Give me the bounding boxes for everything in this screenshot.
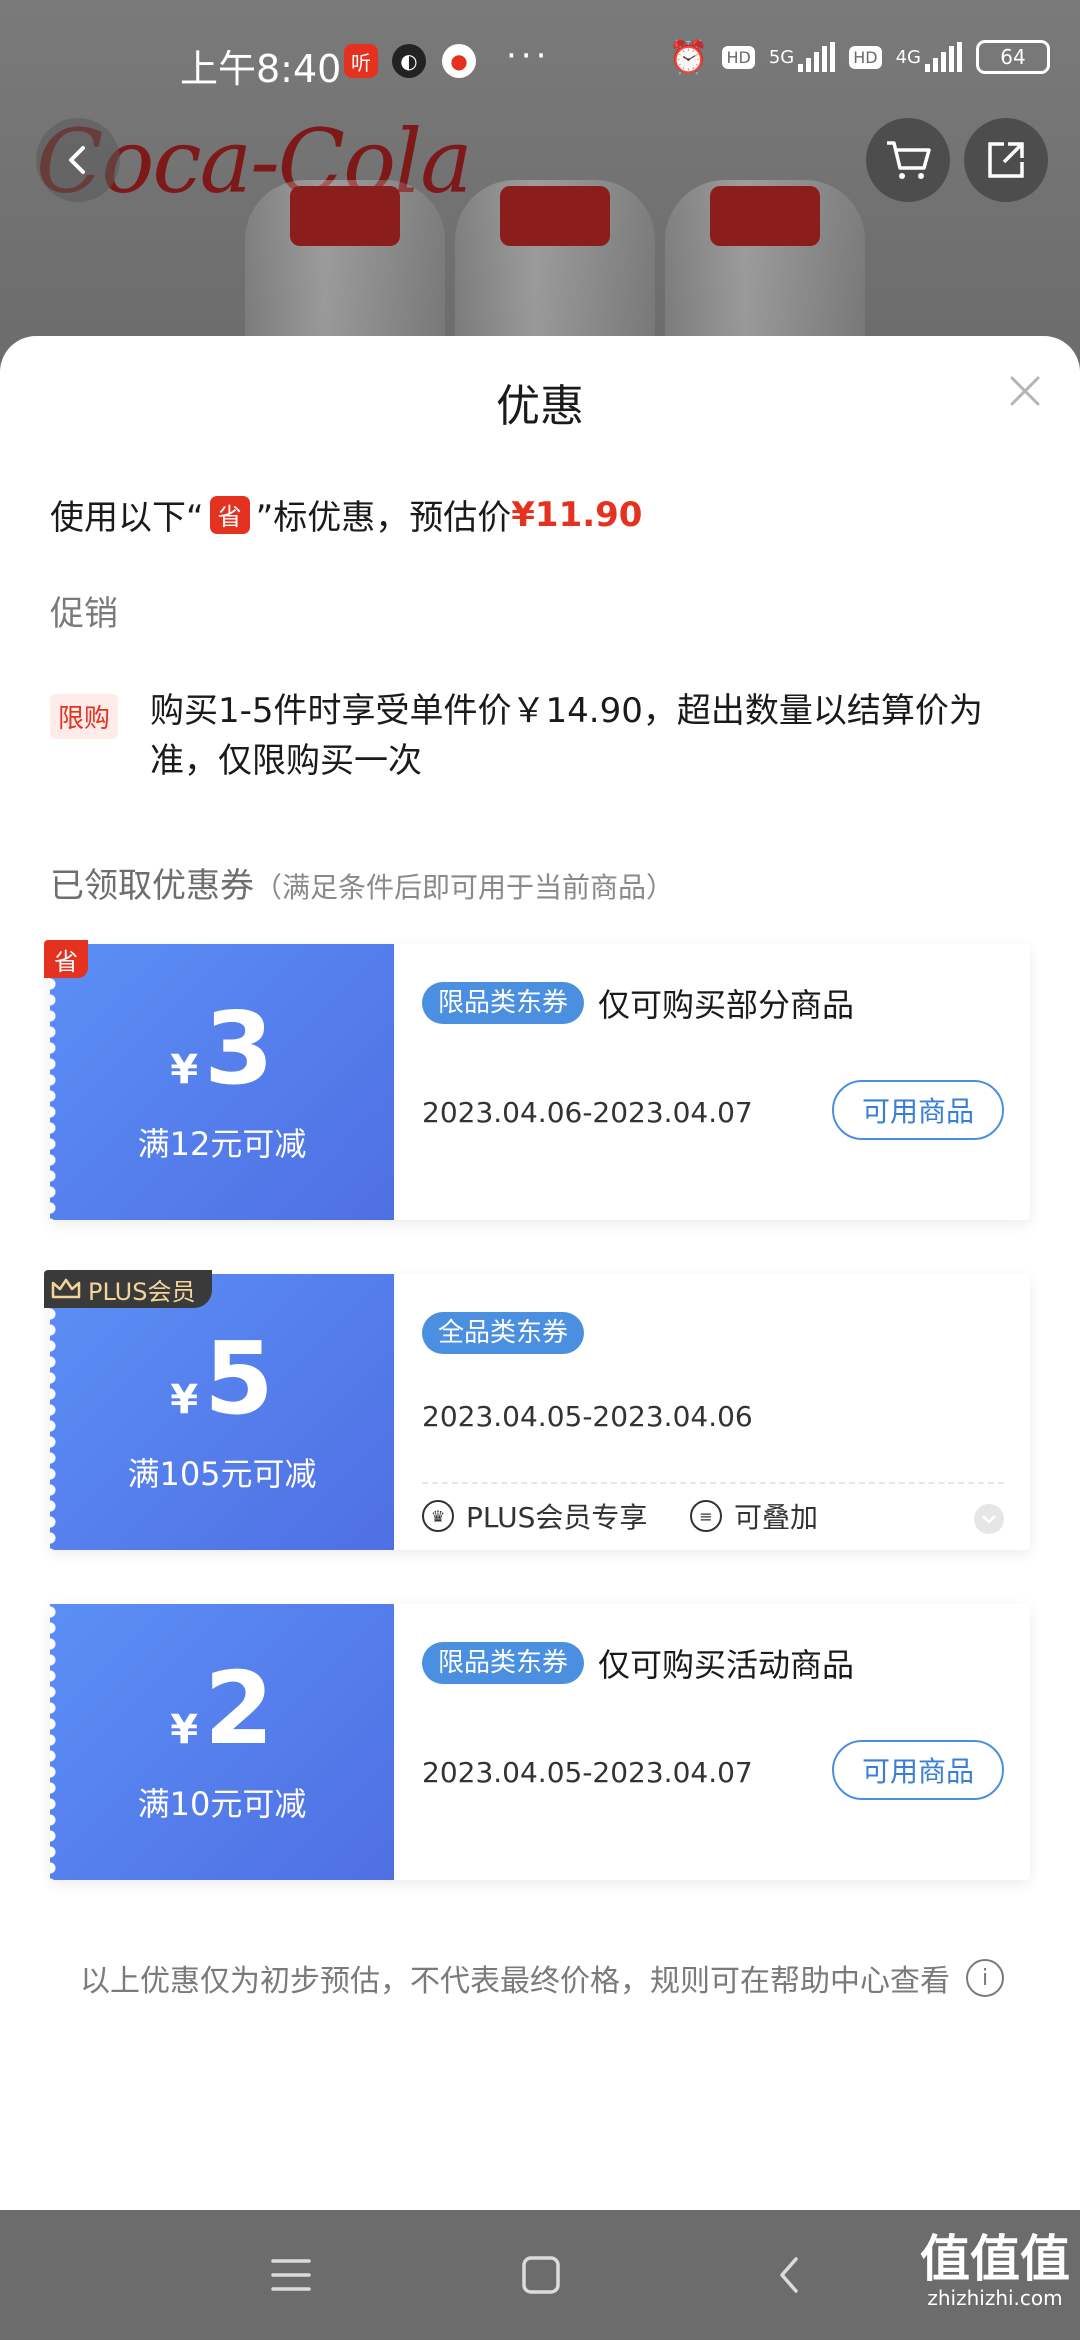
system-indicators: ⏰ HD 5G HD 4G 64 [669, 38, 1050, 76]
signal-icon [925, 42, 962, 72]
coupon-details: 全品类东券 2023.04.05-2023.04.06 ♛ PLUS会员专享 ≡… [394, 1274, 1030, 1550]
share-icon [988, 142, 1024, 178]
sheet-title: 优惠 [496, 381, 584, 432]
coupon-condition: 满10元可减 [137, 1785, 307, 1823]
stack-icon: ≡ [690, 1500, 722, 1532]
coupon-amount: ¥ 3 [170, 999, 273, 1099]
chevron-left-icon [69, 146, 85, 174]
site-watermark: 值值值 zhizhizhi.com [920, 2232, 1070, 2310]
clock-app-icon: ◐ [392, 44, 426, 78]
alarm-icon: ⏰ [668, 38, 709, 76]
menu-icon [271, 2259, 311, 2291]
coupon-condition: 满12元可减 [137, 1125, 307, 1163]
home-nav-button[interactable] [516, 2250, 566, 2300]
cart-button[interactable] [866, 118, 950, 202]
coupon-card[interactable]: ¥ 3 满12元可减 省 限品类东券 仅可购买部分商品 2023.04.06-2… [44, 940, 1030, 1220]
coupon-amount-value: 5 [204, 1320, 274, 1437]
coupons-section-title: 已领取优惠券（满足条件后即可用于当前商品） [50, 858, 674, 907]
coupon-value-panel: ¥ 3 满12元可减 [50, 944, 394, 1220]
watermark-url: zhizhizhi.com [927, 2286, 1063, 2310]
coupon-condition: 满105元可减 [127, 1455, 317, 1493]
jd-app-icon: ● [442, 44, 476, 78]
yen-symbol: ¥ [170, 1047, 199, 1093]
status-bar: 上午8:40 听 ◐ ● ··· ⏰ HD 5G HD 4G 64 [0, 0, 1080, 120]
close-icon[interactable] [1000, 366, 1050, 416]
plus-member-label: PLUS会员 [88, 1277, 196, 1306]
sheng-badge: 省 [209, 495, 250, 534]
battery-icon: 64 [976, 40, 1050, 74]
coupon-amount-value: 2 [204, 1650, 274, 1767]
hd-icon: HD [722, 45, 755, 69]
network-5g-label: 5G [768, 46, 795, 68]
coupon-validity-dates: 2023.04.05-2023.04.07 [422, 1756, 753, 1789]
promo-section-label: 促销 [50, 594, 118, 634]
status-time: 上午8:40 [180, 47, 342, 91]
back-nav-button[interactable] [764, 2250, 814, 2300]
yen-symbol: ¥ [170, 1377, 199, 1423]
limit-badge: 限购 [50, 694, 119, 739]
coupon-type-tag: 全品类东券 [422, 1312, 585, 1354]
info-icon[interactable]: i [966, 1959, 1004, 1997]
cart-icon [887, 141, 931, 179]
discount-sheet: 优惠 使用以下“ 省 ”标优惠，预估价 ¥11.90 促销 限购 购买1-5件时… [0, 336, 1080, 2210]
chevron-down-icon [982, 1515, 996, 1524]
watermark-main: 值值值 [920, 2230, 1070, 2288]
coupon-amount: ¥ 5 [170, 1329, 273, 1429]
coupons-subtitle: （满足条件后即可用于当前商品） [254, 871, 675, 904]
feature-label: 可叠加 [734, 1501, 819, 1534]
coupons-title-text: 已领取优惠券 [50, 866, 254, 906]
more-notifications-icon: ··· [506, 36, 551, 76]
estimated-price: ¥11.90 [511, 494, 643, 535]
coupon-card[interactable]: ¥ 2 满10元可减 限品类东券 仅可购买活动商品 2023.04.05-202… [50, 1604, 1030, 1880]
estimated-price-summary: 使用以下“ 省 ”标优惠，预估价 ¥11.90 [50, 490, 642, 539]
expand-button[interactable] [974, 1504, 1004, 1534]
disclaimer: 以上优惠仅为初步预估，不代表最终价格，规则可在帮助中心查看 i [80, 1956, 1004, 2000]
coupon-type-tag: 限品类东券 [422, 1642, 585, 1684]
coupon-value-panel: ¥ 5 满105元可减 [50, 1274, 394, 1550]
coupon-validity-dates: 2023.04.05-2023.04.06 [422, 1400, 753, 1433]
sheng-corner-badge: 省 [44, 940, 88, 978]
coupon-value-panel: ¥ 2 满10元可减 [50, 1604, 394, 1880]
home-square-icon [522, 2256, 560, 2294]
limit-description: 购买1-5件时享受单件价￥14.90，超出数量以结算价为准，仅限购买一次 [150, 691, 983, 781]
bottle-cap [710, 186, 820, 246]
summary-prefix: 使用以下“ [50, 498, 204, 538]
coupon-details: 限品类东券 仅可购买活动商品 2023.04.05-2023.04.07 可用商… [394, 1604, 1030, 1880]
disclaimer-text: 以上优惠仅为初步预估，不代表最终价格，规则可在帮助中心查看 [80, 1964, 950, 1999]
crown-icon [51, 1278, 81, 1299]
back-arrow-icon [780, 2257, 798, 2293]
coupon-card[interactable]: ¥ 5 满105元可减 PLUS会员 全品类东券 2023.04.05-2023… [44, 1270, 1030, 1550]
available-products-button[interactable]: 可用商品 [832, 1080, 1004, 1140]
coupon-description: 仅可购买活动商品 [598, 1646, 855, 1684]
coupon-validity-dates: 2023.04.06-2023.04.07 [422, 1096, 753, 1129]
coupon-details: 限品类东券 仅可购买部分商品 2023.04.06-2023.04.07 可用商… [394, 944, 1030, 1220]
hd-icon: HD [849, 45, 882, 69]
available-products-button[interactable]: 可用商品 [832, 1740, 1004, 1800]
bottle-cap [500, 186, 610, 246]
system-nav-bar [0, 2210, 1080, 2340]
stackable-feature: ≡ 可叠加 [690, 1496, 818, 1536]
coupon-amount: ¥ 2 [170, 1659, 273, 1759]
coupon-type-tag: 限品类东券 [422, 982, 585, 1024]
share-button[interactable] [964, 118, 1048, 202]
plus-member-corner-badge: PLUS会员 [44, 1270, 212, 1308]
back-button[interactable] [36, 118, 120, 202]
divider [422, 1482, 1004, 1484]
app-notification-icon: 听 [344, 44, 378, 78]
feature-label: PLUS会员专享 [466, 1501, 648, 1534]
bottle-cap [290, 186, 400, 246]
summary-suffix: ”标优惠，预估价 [255, 498, 512, 538]
coupon-amount-value: 3 [204, 990, 274, 1107]
network-4g-label: 4G [895, 46, 921, 68]
yen-symbol: ¥ [170, 1707, 199, 1753]
coupon-description: 仅可购买部分商品 [598, 986, 855, 1024]
menu-nav-button[interactable] [266, 2250, 316, 2300]
crown-icon: ♛ [422, 1500, 454, 1532]
plus-exclusive-feature: ♛ PLUS会员专享 [422, 1496, 647, 1536]
signal-icon [798, 42, 836, 72]
